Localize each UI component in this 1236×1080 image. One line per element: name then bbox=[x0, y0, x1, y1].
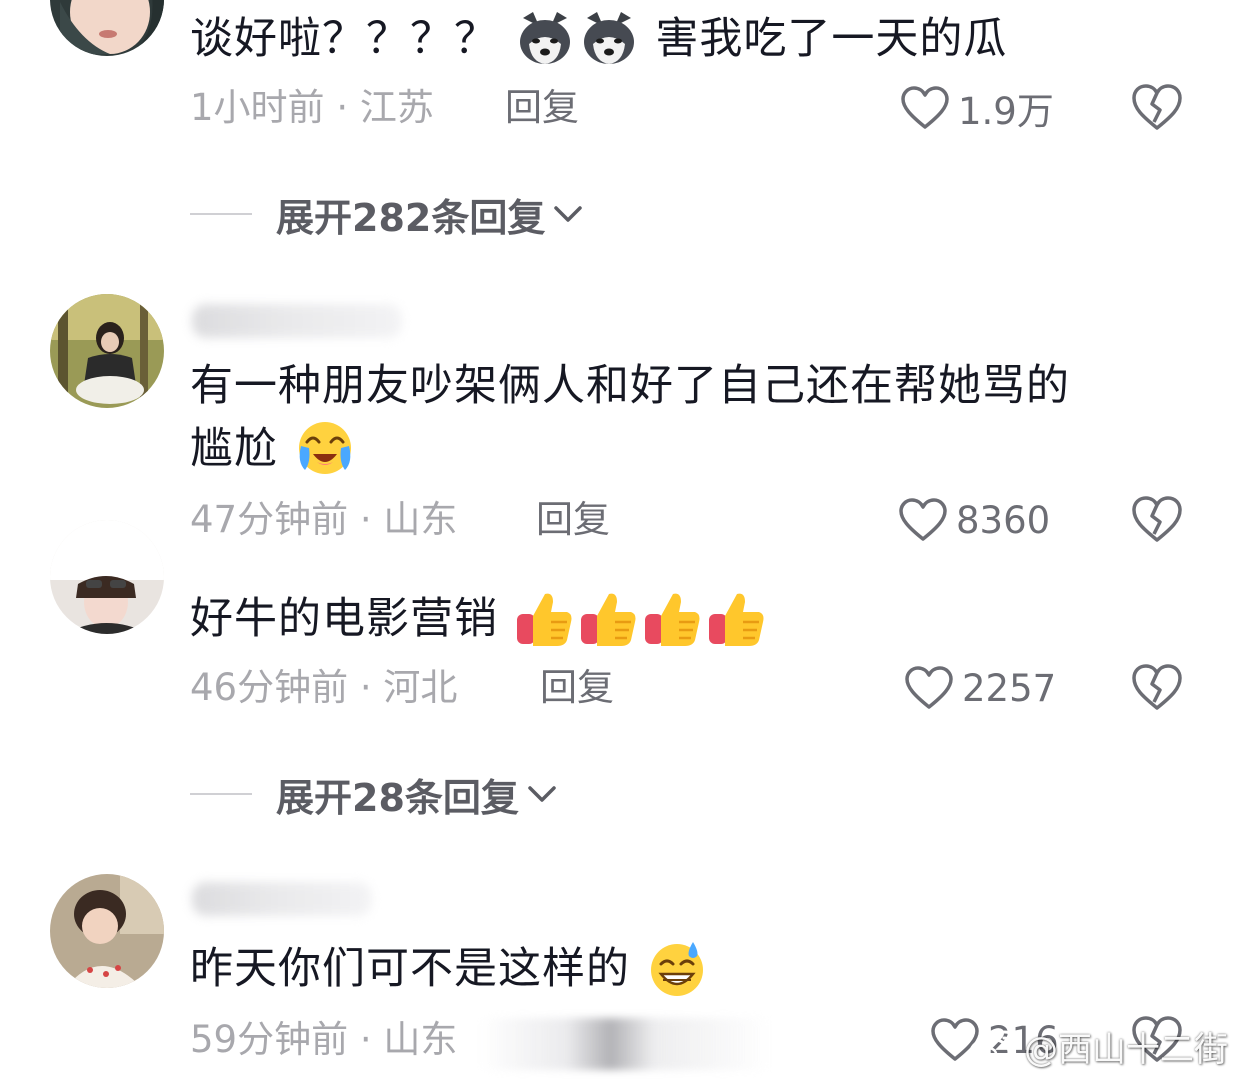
comment-time: 59分钟前 bbox=[190, 1018, 349, 1061]
like-button[interactable]: 8360 bbox=[898, 494, 1050, 546]
broken-heart-icon bbox=[1132, 84, 1182, 130]
expand-divider bbox=[190, 213, 252, 215]
blurred-overlay bbox=[480, 1018, 770, 1070]
comment-meta: 46分钟前 · 河北 bbox=[190, 664, 457, 712]
weibo-logo-icon bbox=[969, 1030, 1018, 1066]
expand-replies-label: 展开282条回复 bbox=[276, 195, 546, 240]
reply-button[interactable]: 回复 bbox=[536, 496, 610, 544]
avatar[interactable] bbox=[50, 520, 164, 634]
avatar[interactable] bbox=[50, 294, 164, 408]
comment-location: 山东 bbox=[383, 498, 458, 541]
username[interactable] bbox=[192, 304, 402, 338]
comment-text: 好牛的电影营销 bbox=[190, 588, 769, 650]
comment-location: 江苏 bbox=[359, 86, 434, 129]
meta-separator: · bbox=[336, 86, 349, 129]
like-count: 2257 bbox=[962, 666, 1057, 710]
crying-laughing-emoji bbox=[295, 418, 355, 478]
comment-location: 山东 bbox=[383, 1018, 458, 1061]
thumbs-up-emoji bbox=[515, 588, 575, 648]
comment-text-line: 好牛的电影营销 bbox=[190, 594, 498, 644]
thumbs-up-emoji bbox=[579, 588, 639, 648]
watermark: @西山十二街 bbox=[968, 1022, 1228, 1071]
meta-separator: · bbox=[359, 498, 372, 541]
reply-button[interactable]: 回复 bbox=[505, 84, 579, 132]
comment-meta: 59分钟前 · 山东 bbox=[190, 1016, 457, 1064]
comment-text-line: 有一种朋友吵架俩人和好了自己还在帮她骂的 bbox=[190, 361, 1070, 411]
comment-text: 尴尬 bbox=[190, 418, 357, 480]
expand-divider bbox=[190, 793, 252, 795]
like-count: 1.9万 bbox=[958, 90, 1054, 133]
heart-icon bbox=[901, 86, 949, 129]
thumbs-up-emoji bbox=[643, 588, 703, 648]
like-button[interactable]: 1.9万 bbox=[900, 82, 1054, 134]
dislike-button[interactable] bbox=[1130, 662, 1184, 712]
expand-replies-button[interactable]: 展开28条回复 bbox=[190, 768, 559, 820]
avatar[interactable] bbox=[50, 874, 164, 988]
expand-replies-label: 展开28条回复 bbox=[276, 775, 519, 820]
chevron-down-icon bbox=[554, 206, 583, 222]
dislike-button[interactable] bbox=[1130, 82, 1184, 132]
husky-dog-emoji bbox=[515, 8, 575, 68]
broken-heart-icon bbox=[1132, 664, 1182, 710]
like-count: 8360 bbox=[956, 498, 1051, 542]
dislike-button[interactable] bbox=[1130, 494, 1184, 544]
husky-dog-emoji bbox=[579, 8, 639, 68]
expand-replies-button[interactable]: 展开282条回复 bbox=[190, 188, 585, 240]
meta-separator: · bbox=[359, 666, 372, 709]
reply-button[interactable]: 回复 bbox=[540, 664, 614, 712]
comment-time: 46分钟前 bbox=[190, 666, 349, 709]
comment-time: 47分钟前 bbox=[190, 498, 349, 541]
thumbs-up-emoji bbox=[707, 588, 767, 648]
avatar[interactable] bbox=[50, 0, 164, 56]
like-button[interactable]: 2257 bbox=[904, 662, 1056, 714]
comment-meta: 1小时前 · 江苏 bbox=[190, 84, 434, 132]
meta-separator: · bbox=[359, 1018, 372, 1061]
watermark-text: @西山十二街 bbox=[1024, 1030, 1228, 1070]
comment-text: 谈好啦？？？？ 害我吃了一天的瓜 bbox=[190, 8, 1007, 70]
comment-text: 昨天你们可不是这样的 bbox=[190, 938, 709, 1000]
chevron-down-icon bbox=[528, 786, 556, 802]
comment-text-line: 尴尬 bbox=[190, 424, 278, 474]
comments-page: 谈好啦？？？？ 害我吃了一天的瓜 1小时前 · 江苏 回复 1.9万 展开282… bbox=[0, 0, 1236, 1080]
sweat-smile-emoji bbox=[647, 938, 707, 998]
comment-location: 河北 bbox=[383, 666, 458, 709]
comment-time: 1小时前 bbox=[190, 86, 325, 129]
heart-icon bbox=[905, 666, 953, 709]
comment-text-line: 昨天你们可不是这样的 bbox=[190, 944, 630, 994]
comment-text-part: 害我吃了一天的瓜 bbox=[655, 14, 1008, 64]
heart-icon bbox=[899, 498, 947, 541]
comment-text-part: 谈好啦？？？？ bbox=[190, 14, 498, 64]
username[interactable] bbox=[192, 882, 372, 916]
broken-heart-icon bbox=[1132, 496, 1182, 542]
comment-text: 有一种朋友吵架俩人和好了自己还在帮她骂的 bbox=[190, 355, 1070, 417]
comment-meta: 47分钟前 · 山东 bbox=[190, 496, 457, 544]
